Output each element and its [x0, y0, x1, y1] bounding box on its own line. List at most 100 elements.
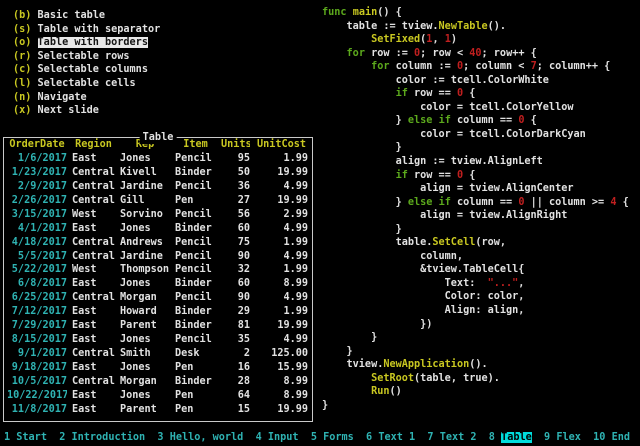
table-cell: 9/1/2017	[7, 347, 67, 361]
table-cell: 3/15/2017	[7, 208, 67, 222]
table-cell: 19.99	[255, 166, 308, 180]
table-row: 7/29/2017EastParentBinder8119.99	[4, 319, 312, 333]
menu-item-label: Basic table	[38, 10, 105, 21]
status-slide-item[interactable]: 6 Text 1	[366, 432, 415, 443]
table-cell: 4.99	[255, 333, 308, 347]
table-cell: 4.99	[255, 291, 308, 305]
table-cell: 8.99	[255, 375, 308, 389]
code-line: func main() {	[322, 6, 629, 20]
status-slide-label: Hello, world	[170, 432, 244, 443]
table-cell: Jones	[120, 333, 170, 347]
status-slide-label: Table	[501, 432, 532, 443]
code-line: SetFixed(1, 1)	[322, 33, 629, 47]
table-row: 2/26/2017CentralGillPen2719.99	[4, 194, 312, 208]
menu-shortcut: (o)	[13, 37, 31, 48]
table-cell: East	[72, 333, 115, 347]
code-line: Align: align,	[322, 304, 629, 318]
table-cell: Central	[72, 375, 115, 389]
code-line: })	[322, 318, 629, 332]
menu-item-label: Next slide	[38, 105, 99, 116]
table-row: 10/5/2017CentralMorganBinder288.99	[4, 375, 312, 389]
table-cell: 9/18/2017	[7, 361, 67, 375]
code-line: Text: "...",	[322, 277, 629, 291]
table-cell: Thompson	[120, 263, 170, 277]
table-cell: 6/8/2017	[7, 277, 67, 291]
status-slide-item[interactable]: 10 End	[593, 432, 630, 443]
table-cell: 4.99	[255, 250, 308, 264]
table-cell: 2	[221, 347, 250, 361]
table-cell: Jardine	[120, 250, 170, 264]
table-cell: 10/22/2017	[7, 389, 67, 403]
menu-item-label: Table with borders	[38, 37, 148, 48]
table-cell: 28	[221, 375, 250, 389]
column-header: Item	[175, 138, 216, 152]
table-cell: Central	[72, 347, 115, 361]
status-slide-number: 9	[544, 432, 550, 443]
status-slide-item[interactable]: 1 Start	[4, 432, 47, 443]
code-line: color = tcell.ColorYellow	[322, 101, 629, 115]
table-cell: 10/5/2017	[7, 375, 67, 389]
status-slide-number: 3	[157, 432, 163, 443]
menu-item[interactable]: (b) Basic table	[13, 9, 160, 23]
table-cell: East	[72, 403, 115, 417]
code-line: color = tcell.ColorDarkCyan	[322, 128, 629, 142]
code-panel: func main() { table := tview.NewTable().…	[322, 6, 629, 412]
table-cell: 1.99	[255, 236, 308, 250]
code-line: }	[322, 223, 629, 237]
table-cell: East	[72, 222, 115, 236]
status-slide-item[interactable]: 7 Text 2	[427, 432, 476, 443]
table-cell: Jones	[120, 361, 170, 375]
menu-item[interactable]: (c) Selectable columns	[13, 63, 160, 77]
table-cell: 27	[221, 194, 250, 208]
status-slide-item[interactable]: 3 Hello, world	[157, 432, 243, 443]
table-cell: Binder	[175, 166, 216, 180]
code-line: if row == 0 {	[322, 169, 629, 183]
status-slide-number: 4	[256, 432, 262, 443]
status-slide-label: Input	[268, 432, 299, 443]
menu-item[interactable]: (x) Next slide	[13, 104, 160, 118]
table-row: 7/12/2017EastHowardBinder291.99	[4, 305, 312, 319]
table-cell: 60	[221, 277, 250, 291]
table-cell: 19.99	[255, 194, 308, 208]
code-line: column,	[322, 250, 629, 264]
table-cell: Sorvino	[120, 208, 170, 222]
table-cell: Pen	[175, 403, 216, 417]
status-slide-item[interactable]: 2 Introduction	[59, 432, 145, 443]
table-cell: Jones	[120, 389, 170, 403]
menu-item-label: Table with separator	[38, 24, 161, 35]
status-slide-label: Introduction	[72, 432, 146, 443]
table-cell: Kivell	[120, 166, 170, 180]
menu-item[interactable]: (l) Selectable cells	[13, 77, 160, 91]
code-line: align := tview.AlignLeft	[322, 155, 629, 169]
table-body: 1/6/2017EastJonesPencil951.991/23/2017Ce…	[4, 152, 312, 417]
table-cell: 5/5/2017	[7, 250, 67, 264]
table-cell: Jones	[120, 277, 170, 291]
table-cell: 32	[221, 263, 250, 277]
status-slide-item[interactable]: 9 Flex	[544, 432, 581, 443]
table-cell: West	[72, 263, 115, 277]
table-cell: 29	[221, 305, 250, 319]
code-line: tview.NewApplication().	[322, 358, 629, 372]
menu-shortcut: (l)	[13, 78, 31, 89]
status-slide-label: Text 2	[440, 432, 477, 443]
table-cell: 4.99	[255, 180, 308, 194]
menu-shortcut: (r)	[13, 51, 31, 62]
menu-item[interactable]: (r) Selectable rows	[13, 50, 160, 64]
column-header: UnitCost	[255, 138, 308, 152]
table-panel: Table OrderDateRegionRepItemUnitsUnitCos…	[3, 137, 313, 422]
table-cell: East	[72, 389, 115, 403]
table-cell: 60	[221, 222, 250, 236]
table-cell: Pencil	[175, 263, 216, 277]
menu-item[interactable]: (s) Table with separator	[13, 23, 160, 37]
status-slide-item[interactable]: 5 Forms	[311, 432, 354, 443]
table-row: 9/1/2017CentralSmithDesk2125.00	[4, 347, 312, 361]
menu-item[interactable]: (n) Navigate	[13, 91, 160, 105]
menu-item[interactable]: (o) Table with borders	[13, 36, 160, 50]
menu-item-label: Selectable cells	[38, 78, 136, 89]
status-slide-item[interactable]: 4 Input	[256, 432, 299, 443]
code-line: color := tcell.ColorWhite	[322, 74, 629, 88]
code-line: table := tview.NewTable().	[322, 20, 629, 34]
status-slide-item[interactable]: 8 Table	[489, 432, 532, 443]
table-cell: Howard	[120, 305, 170, 319]
status-bar: 1 Start 2 Introduction 3 Hello, world 4 …	[4, 431, 640, 445]
